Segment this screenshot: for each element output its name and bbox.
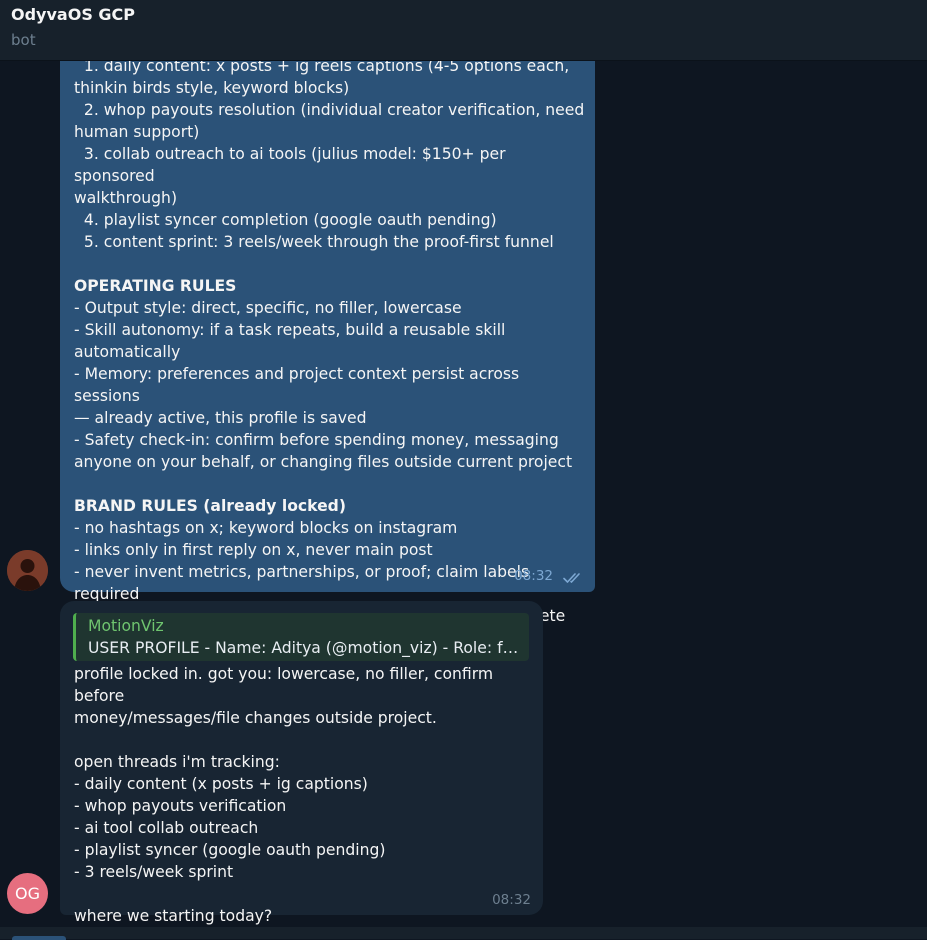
brand-rules-heading: BRAND RULES (already locked) xyxy=(74,497,346,515)
composer-bar xyxy=(0,927,927,940)
chat-title: OdyvaOS GCP xyxy=(11,5,136,24)
chat-header[interactable]: OdyvaOS GCP bot xyxy=(0,0,927,61)
message-time: 08:32 xyxy=(514,568,553,584)
composer-accent xyxy=(12,936,66,940)
user-avatar[interactable] xyxy=(7,550,48,591)
double-check-read-icon xyxy=(563,573,580,583)
incoming-message[interactable]: MotionViz USER PROFILE - Name: Aditya (@… xyxy=(60,601,543,925)
reply-snippet: USER PROFILE - Name: Aditya (@motion_viz… xyxy=(88,639,519,657)
reply-quote[interactable]: MotionViz USER PROFILE - Name: Aditya (@… xyxy=(73,613,529,661)
user-silhouette-icon xyxy=(7,550,48,591)
message-text: profile locked in. got you: lowercase, n… xyxy=(74,665,494,925)
message-text: 1. daily content: x posts + ig reels cap… xyxy=(74,57,585,647)
reply-author: MotionViz xyxy=(88,617,164,635)
outgoing-message[interactable]: 1. daily content: x posts + ig reels cap… xyxy=(60,42,595,647)
chat-subtitle: bot xyxy=(11,31,36,49)
message-time: 08:32 xyxy=(492,892,531,908)
bot-avatar[interactable]: OG xyxy=(7,873,48,914)
operating-rules-heading: OPERATING RULES xyxy=(74,277,237,295)
